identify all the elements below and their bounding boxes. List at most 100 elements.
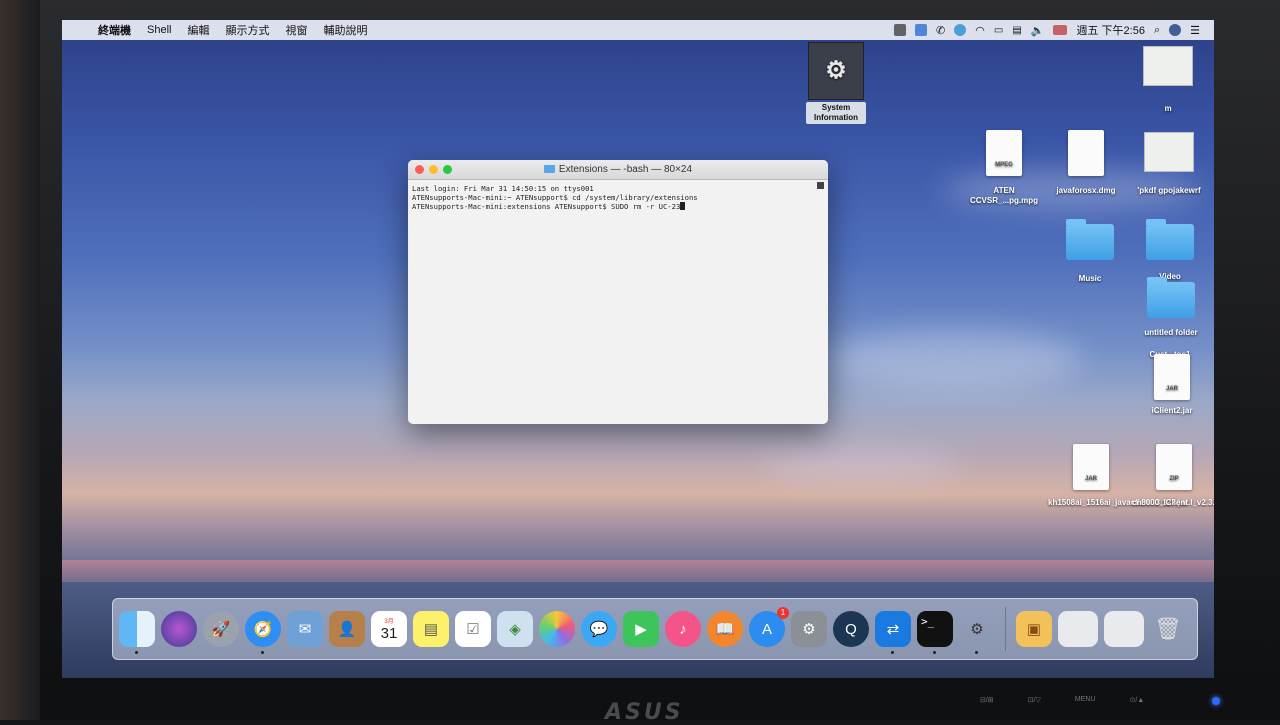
terminal-title: Extensions — -bash — 80×24	[558, 164, 693, 175]
terminal-output[interactable]: Last login: Fri Mar 31 14:50:15 on ttys0…	[408, 180, 828, 215]
menu-edit[interactable]: 編輯	[179, 22, 217, 38]
file-type-tag: MPEG	[995, 162, 1013, 168]
folder-icon	[1147, 277, 1195, 318]
monitor-buttons: ⊟/⊞ ⊡/▽ MENU ⊙/▲	[980, 696, 1144, 704]
photos-icon[interactable]	[539, 611, 575, 647]
contacts-icon[interactable]: 👤	[329, 611, 365, 647]
safari-icon[interactable]: 🧭	[245, 611, 281, 654]
itunes-icon[interactable]: ♪	[665, 611, 701, 647]
facetime-icon[interactable]: ▶	[623, 611, 659, 647]
launchpad-icon[interactable]: 🚀	[203, 611, 239, 647]
status-app-icon[interactable]	[915, 24, 928, 36]
desktop-icon-label: kh1508ai_1516ai_javaclien...3.127.jar	[1048, 498, 1188, 507]
zoom-window-button[interactable]	[443, 165, 452, 174]
user-avatar-icon[interactable]	[1169, 24, 1182, 36]
desktop-icon-cn8000-zip[interactable]: ZIP cn8000_iClient.l_v2.3.227.zip	[1132, 444, 1214, 508]
minimized-window-thumbnail[interactable]	[1058, 611, 1098, 647]
monitor-button[interactable]: MENU	[1075, 696, 1096, 704]
notification-center-icon[interactable]: ☰	[1190, 24, 1200, 37]
teamviewer-icon[interactable]: ⇄	[875, 611, 911, 654]
power-led-icon	[1212, 697, 1220, 705]
system-information-dock-icon[interactable]: ⚙	[959, 611, 995, 654]
app-store-icon[interactable]: A1	[749, 607, 789, 647]
desktop-folder-untitled[interactable]: untitled folder	[1136, 277, 1206, 338]
folder-icon	[1066, 219, 1114, 260]
desktop-icon-label: ATEN CCVSR_...pg.mpg	[969, 186, 1038, 205]
calendar-month: 3月	[384, 619, 394, 625]
phone-icon[interactable]: ✆	[936, 24, 945, 37]
folder-icon	[1146, 219, 1194, 260]
desktop-icon-system-information[interactable]: ⚙ System Information	[806, 42, 866, 124]
menu-bar: 終端機 Shell 編輯 顯示方式 視窗 輔助說明 ✆ ◠ ▭ ▤ 🔈 週五 下…	[62, 20, 1214, 40]
desktop-icon-aten-mpeg[interactable]: MPEG ATEN CCVSR_...pg.mpg	[962, 130, 1046, 206]
desktop-folder-video[interactable]: Video	[1140, 219, 1200, 282]
desktop-icon-label: System Information	[806, 102, 866, 124]
messages-icon[interactable]: 💬	[581, 611, 617, 647]
spotlight-search-icon[interactable]: ⌕	[1154, 24, 1160, 37]
mail-icon[interactable]: ✉	[287, 611, 323, 647]
desktop-screen: 終端機 Shell 編輯 顯示方式 視窗 輔助說明 ✆ ◠ ▭ ▤ 🔈 週五 下…	[62, 20, 1214, 678]
menu-app-terminal[interactable]: 終端機	[90, 22, 139, 38]
running-indicator	[261, 651, 264, 654]
terminal-title-bar[interactable]: Extensions — -bash — 80×24	[408, 160, 828, 180]
calendar-icon[interactable]: 3月 31	[371, 611, 407, 647]
dock: 🚀 🧭 ✉ 👤 3月 31 ▤ ☑ ◈ 💬 ▶ ♪ 📖 A1 ⚙ Q ⇄ >_ …	[112, 598, 1198, 660]
running-indicator	[975, 651, 978, 654]
wallpaper-cloud	[762, 450, 962, 480]
input-source-flag-icon[interactable]	[1053, 25, 1068, 35]
close-window-button[interactable]	[415, 165, 424, 174]
desktop-icon-label: iClient2.jar	[1151, 406, 1193, 415]
menu-window[interactable]: 視窗	[277, 22, 315, 38]
image-thumbnail-icon	[1143, 46, 1193, 86]
display-icon[interactable]: ▤	[1012, 25, 1021, 36]
monitor-button[interactable]: ⊟/⊞	[980, 696, 994, 704]
system-information-icon: ⚙	[808, 42, 864, 100]
notes-icon[interactable]: ▤	[413, 611, 449, 647]
finder-icon[interactable]	[119, 611, 155, 654]
desktop-folder-music[interactable]: Music	[1060, 219, 1120, 284]
ibooks-icon[interactable]: 📖	[707, 611, 743, 647]
menu-clock[interactable]: 週五 下午2:56	[1076, 22, 1144, 38]
minimize-window-button[interactable]	[429, 165, 438, 174]
desktop-icon-pkdf[interactable]: 'pkdf gpojakewrf	[1128, 132, 1210, 196]
app-store-badge: 1	[777, 607, 789, 619]
siri-icon[interactable]	[161, 611, 197, 647]
terminal-command-text: ATENsupports-Mac-mini:extensions ATENsup…	[412, 202, 681, 211]
monitor-button[interactable]: ⊡/▽	[1028, 696, 1041, 704]
scroll-button[interactable]	[817, 182, 824, 189]
dock-separator	[1005, 607, 1006, 651]
desktop-icon-javaforosx[interactable]: javaforosx.dmg	[1050, 130, 1122, 196]
running-indicator	[933, 651, 936, 654]
monitor-button[interactable]: ⊙/▲	[1130, 696, 1145, 704]
trash-icon[interactable]: 🗑	[1150, 611, 1186, 647]
system-preferences-icon[interactable]: ⚙	[791, 611, 827, 647]
maps-icon[interactable]: ◈	[497, 611, 533, 647]
menu-view[interactable]: 顯示方式	[217, 22, 277, 38]
reminders-icon[interactable]: ☑	[455, 611, 491, 647]
terminal-line: ATENsupports-Mac-mini:~ ATENsupport$ cd …	[412, 193, 698, 202]
package-installer-icon[interactable]: ▣	[1016, 611, 1052, 647]
menu-shell[interactable]: Shell	[139, 24, 179, 36]
disk-image-icon	[1068, 130, 1104, 176]
volume-icon[interactable]: 🔈	[1031, 24, 1045, 37]
terminal-line: ATENsupports-Mac-mini:extensions ATENsup…	[412, 202, 824, 211]
status-app-icon[interactable]	[894, 24, 907, 36]
status-app-icon[interactable]	[954, 24, 967, 36]
quicktime-file-icon: MPEG	[986, 130, 1022, 176]
desktop-icon-m[interactable]: m	[1138, 46, 1198, 114]
monitor-brand-logo: ASUS	[605, 700, 684, 725]
screenshot-thumbnail-icon	[1144, 132, 1194, 172]
file-type-tag: ZIP	[1169, 476, 1179, 482]
menu-help[interactable]: 輔助說明	[315, 22, 375, 38]
desktop-icon-kh1508-jar[interactable]: JAR kh1508ai_1516ai_javaclien...3.127.ja…	[1048, 444, 1188, 508]
desktop-icon-iclient2-jar[interactable]: JAR iClient2.jar	[1142, 354, 1202, 416]
zip-archive-icon: ZIP	[1156, 444, 1192, 490]
file-type-tag: JAR	[1165, 386, 1178, 392]
quicktime-icon[interactable]: Q	[833, 611, 869, 647]
wifi-icon[interactable]: ◠	[975, 24, 985, 37]
airplay-icon[interactable]: ▭	[994, 25, 1003, 36]
terminal-icon[interactable]: >_	[917, 611, 953, 654]
minimized-window-thumbnail[interactable]	[1104, 611, 1144, 647]
terminal-window[interactable]: Extensions — -bash — 80×24 Last login: F…	[408, 160, 828, 424]
calendar-day: 31	[380, 625, 398, 642]
